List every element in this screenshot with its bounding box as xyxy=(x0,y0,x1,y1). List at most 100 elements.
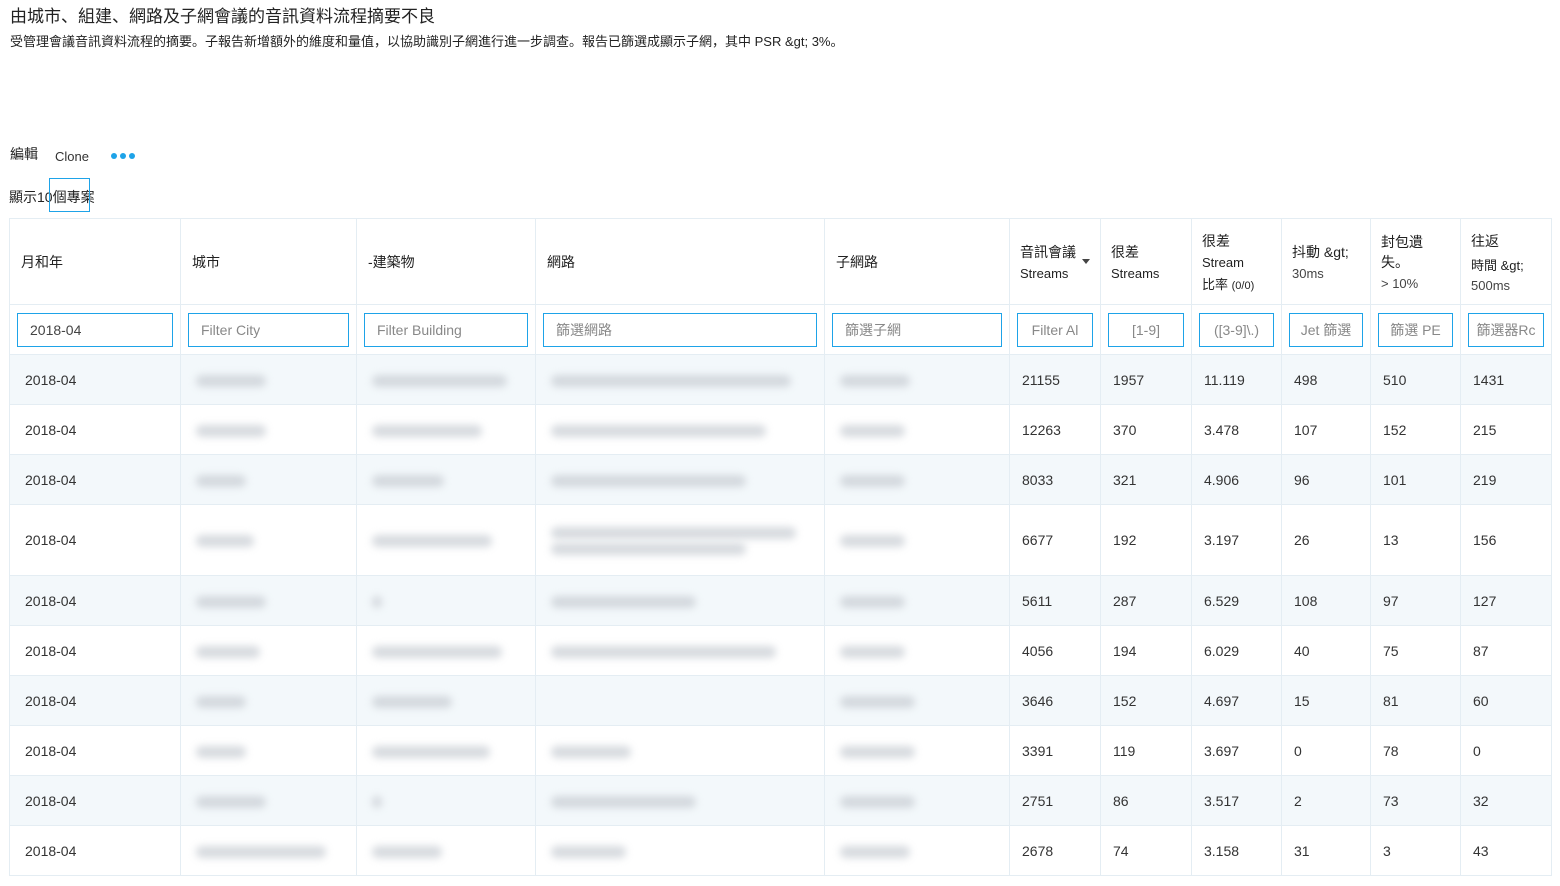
cell-value: 3 xyxy=(1383,842,1391,859)
cell-value: 3.697 xyxy=(1204,742,1240,759)
redacted-text xyxy=(551,543,746,556)
cell-value: 73 xyxy=(1383,792,1399,809)
cell-value: 43 xyxy=(1473,842,1489,859)
cell-packet-loss: 78 xyxy=(1370,725,1461,776)
cell-packet-loss: 3 xyxy=(1370,825,1461,876)
cell-subnet xyxy=(824,825,1010,876)
table-row[interactable]: 2018-04 2751 86 3.517 2 73 32 xyxy=(9,775,1552,826)
filter-subnet-input[interactable] xyxy=(832,312,1002,347)
header-label: 很差 xyxy=(1202,232,1230,249)
cell-value: 4.906 xyxy=(1204,471,1240,488)
edit-button[interactable]: 編輯 xyxy=(10,144,38,164)
filter-packet-loss-input[interactable] xyxy=(1378,312,1453,347)
table-row[interactable]: 2018-04 6677 192 3.197 26 13 156 xyxy=(9,504,1552,576)
redacted-text xyxy=(840,374,910,387)
cell-city xyxy=(180,454,357,505)
table-row[interactable]: 2018-04 2678 74 3.158 31 3 43 xyxy=(9,825,1552,876)
cell-network xyxy=(535,575,825,626)
cell-network xyxy=(535,354,825,405)
filter-rtt-input[interactable] xyxy=(1468,312,1544,347)
cell-value: 107 xyxy=(1294,421,1318,438)
cell-value: 3391 xyxy=(1022,742,1054,759)
cell-subnet xyxy=(824,404,1010,455)
cell-value: 152 xyxy=(1383,421,1407,438)
column-header-subnet[interactable]: 子網路 xyxy=(824,218,1010,305)
filter-cell xyxy=(535,304,825,355)
cell-poor-ratio: 4.906 xyxy=(1191,454,1282,505)
filter-row xyxy=(9,304,1552,355)
column-header-rtt[interactable]: 往返 時間 &gt; 500ms xyxy=(1460,218,1552,305)
cell-streams: 2751 xyxy=(1009,775,1101,826)
filter-network-input[interactable] xyxy=(543,312,817,347)
redacted-text xyxy=(551,645,776,658)
cell-rtt: 219 xyxy=(1460,454,1552,505)
ellipsis-icon[interactable] xyxy=(110,152,135,159)
cell-value: 321 xyxy=(1113,471,1137,488)
table-row[interactable]: 2018-04 3646 152 4.697 15 81 60 xyxy=(9,675,1552,726)
cell-network xyxy=(535,725,825,776)
table-row[interactable]: 2018-04 4056 194 6.029 40 75 87 xyxy=(9,625,1552,676)
redacted-text xyxy=(551,745,631,758)
cell-packet-loss: 101 xyxy=(1370,454,1461,505)
cell-month: 2018-04 xyxy=(9,404,181,455)
column-header-audio-streams[interactable]: 音訊會議 Streams xyxy=(1009,218,1101,305)
filter-city-input[interactable] xyxy=(188,312,349,347)
table-row[interactable]: 2018-04 8033 321 4.906 96 101 219 xyxy=(9,454,1552,505)
filter-building-input[interactable] xyxy=(364,312,528,347)
cell-value: 2 xyxy=(1294,792,1302,809)
sort-desc-icon[interactable] xyxy=(1082,259,1090,264)
filter-poor-ratio-input[interactable] xyxy=(1199,312,1274,347)
cell-jitter: 108 xyxy=(1281,575,1371,626)
column-header-building[interactable]: -建築物 xyxy=(356,218,536,305)
cell-poor-streams: 287 xyxy=(1100,575,1192,626)
column-header-packet-loss[interactable]: 封包遺失。 > 10% xyxy=(1370,218,1461,305)
cell-month: 2018-04 xyxy=(9,454,181,505)
column-header-poor-ratio[interactable]: 很差 Stream 比率 (0/0) xyxy=(1191,218,1282,305)
header-sublabel-text: 比率 xyxy=(1202,276,1229,292)
cell-poor-ratio: 3.517 xyxy=(1191,775,1282,826)
cell-value: 2678 xyxy=(1022,842,1054,859)
header-sublabel: > 10% xyxy=(1381,276,1419,291)
filter-cell xyxy=(1281,304,1371,355)
redacted-text xyxy=(196,374,266,387)
cell-city xyxy=(180,625,357,676)
filter-audio-streams-input[interactable] xyxy=(1017,312,1093,347)
redacted-text xyxy=(551,595,696,608)
cell-value: 156 xyxy=(1473,532,1497,548)
cell-packet-loss: 75 xyxy=(1370,625,1461,676)
cell-value: 31 xyxy=(1294,842,1310,859)
cell-month: 2018-04 xyxy=(9,354,181,405)
column-header-city[interactable]: 城市 xyxy=(180,218,357,305)
redacted-text xyxy=(372,474,444,487)
cell-jitter: 15 xyxy=(1281,675,1371,726)
redacted-text xyxy=(840,795,915,808)
clone-button[interactable]: Clone xyxy=(55,149,89,164)
filter-month-input[interactable] xyxy=(17,312,173,347)
column-header-poor-streams[interactable]: 很差 Streams xyxy=(1100,218,1192,305)
header-label: 子網路 xyxy=(836,253,878,270)
cell-poor-streams: 370 xyxy=(1100,404,1192,455)
filter-cell xyxy=(1370,304,1461,355)
cell-value: 3.158 xyxy=(1204,842,1240,859)
column-header-month[interactable]: 月和年 xyxy=(9,218,181,305)
cell-value: 21155 xyxy=(1022,371,1060,388)
header-label: 城市 xyxy=(192,253,220,270)
cell-building xyxy=(356,675,536,726)
filter-poor-streams-input[interactable] xyxy=(1108,312,1184,347)
filter-jitter-input[interactable] xyxy=(1289,312,1363,347)
cell-value: 3.478 xyxy=(1204,421,1240,438)
cell-rtt: 43 xyxy=(1460,825,1552,876)
column-header-network[interactable]: 網路 xyxy=(535,218,825,305)
cell-building xyxy=(356,625,536,676)
focus-outline xyxy=(49,178,90,212)
header-label: 音訊會議 xyxy=(1020,244,1076,260)
table-row[interactable]: 2018-04 5611 287 6.529 108 97 127 xyxy=(9,575,1552,626)
table-row[interactable]: 2018-04 21155 1957 11.119 498 510 1431 xyxy=(9,354,1552,405)
cell-streams: 3646 xyxy=(1009,675,1101,726)
filter-cell xyxy=(9,304,181,355)
column-header-jitter[interactable]: 抖動 &gt; 30ms xyxy=(1281,218,1371,305)
cell-network xyxy=(535,775,825,826)
table-row[interactable]: 2018-04 3391 119 3.697 0 78 0 xyxy=(9,725,1552,776)
cell-value: 108 xyxy=(1294,592,1318,609)
table-row[interactable]: 2018-04 12263 370 3.478 107 152 215 xyxy=(9,404,1552,455)
